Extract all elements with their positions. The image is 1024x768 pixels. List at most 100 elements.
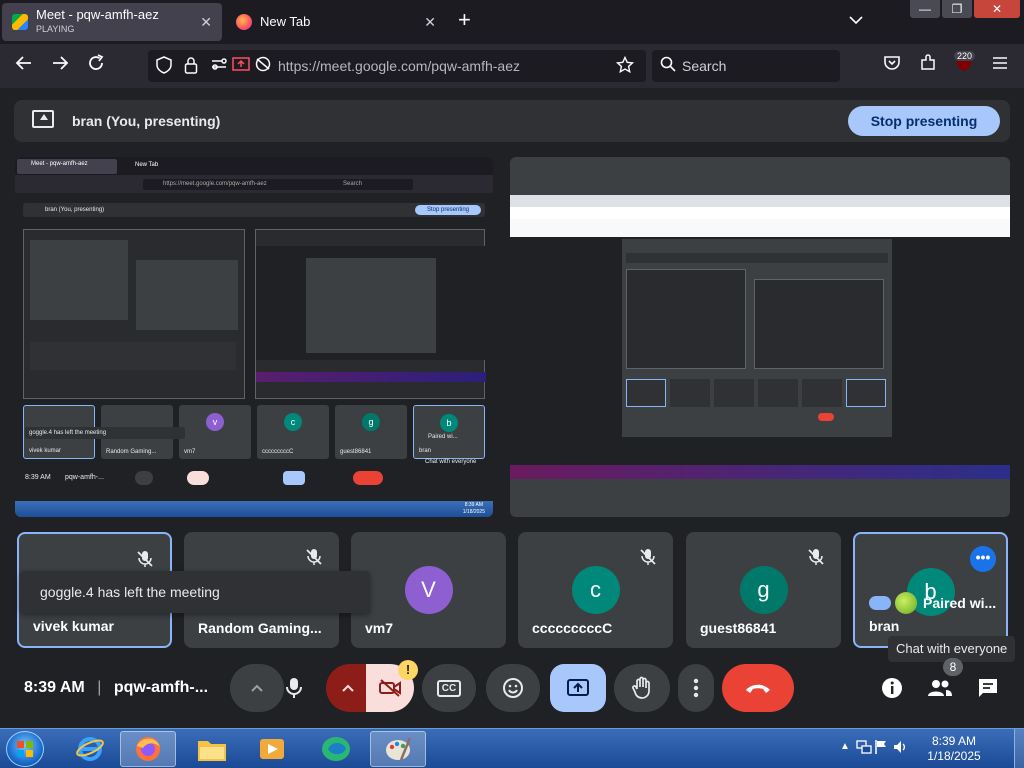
network-icon[interactable]: [856, 739, 872, 758]
camera-blocked-icon[interactable]: [254, 56, 272, 76]
extensions-icon[interactable]: [916, 54, 940, 77]
participant-tile-self[interactable]: ••• b Paired wi... bran: [853, 532, 1008, 648]
mic-off-icon: [640, 549, 656, 565]
show-hidden-icons-icon[interactable]: ▲: [840, 741, 850, 752]
address-bar[interactable]: https://meet.google.com/pqw-amfh-aez: [148, 50, 646, 82]
taskbar-date: 1/18/2025: [927, 749, 981, 763]
mini-tile-name: cccccccccC: [262, 449, 294, 455]
new-tab-plus-icon[interactable]: +: [458, 9, 471, 31]
raise-hand-icon: [632, 676, 650, 699]
minimize-icon[interactable]: —: [910, 0, 940, 18]
reload-icon[interactable]: [84, 54, 108, 77]
mini-taskbar: 8:39 AM 1/18/2025: [15, 501, 493, 517]
more-vert-icon: [693, 678, 699, 698]
participant-name: vivek kumar: [33, 618, 114, 634]
file-explorer-icon[interactable]: [184, 731, 240, 767]
pocket-icon[interactable]: [880, 54, 904, 77]
internet-explorer-icon[interactable]: [62, 731, 118, 767]
chat-icon: [979, 679, 997, 697]
participant-tile[interactable]: V vm7: [351, 532, 506, 648]
leave-call-button[interactable]: [722, 664, 794, 712]
participant-tile[interactable]: c cccccccccC: [518, 532, 673, 648]
back-arrow-icon[interactable]: [12, 54, 36, 77]
mini-paired: Paired wi...: [428, 434, 458, 440]
mini-tile: v vm7: [179, 405, 251, 459]
paired-device-indicator: Paired wi...: [869, 592, 996, 614]
windows-taskbar: ▲ 8:39 AM 1/18/2025: [0, 728, 1024, 768]
tab-title: New Tab: [260, 15, 311, 29]
mini-code: pqw-amfh-...: [65, 474, 104, 481]
avatar: g: [739, 566, 788, 614]
windows-start-icon[interactable]: [6, 731, 44, 767]
mini-tray-date: 1/18/2025: [462, 509, 485, 515]
microphone-button[interactable]: [270, 664, 318, 712]
mic-off-icon: [306, 549, 322, 565]
action-center-flag-icon[interactable]: [874, 739, 888, 758]
mini-control-bar: 8:39 AM pqw-amfh-... Chat with everyone: [15, 459, 493, 489]
mini-banner-label: bran (You, presenting): [45, 207, 105, 213]
participant-name: cccccccccC: [532, 620, 613, 636]
captions-button[interactable]: CC: [422, 664, 476, 712]
meeting-details-button[interactable]: [868, 664, 916, 712]
close-tab-icon[interactable]: ✕: [424, 14, 436, 31]
stop-presenting-button[interactable]: Stop presenting: [848, 106, 1000, 136]
search-input[interactable]: Search: [652, 50, 840, 82]
bookmark-star-icon[interactable]: [615, 55, 635, 78]
participant-count-badge: 8: [943, 658, 963, 676]
lock-icon[interactable]: [184, 56, 198, 78]
app-taskbar-icon[interactable]: [308, 731, 364, 767]
video-options-chevron-icon[interactable]: [326, 664, 370, 712]
hamburger-menu-icon[interactable]: [988, 54, 1012, 77]
url-text: https://meet.google.com/pqw-amfh-aez: [278, 58, 521, 74]
presenting-banner: bran (You, presenting) Stop presenting: [14, 100, 1010, 142]
forward-arrow-icon[interactable]: [48, 54, 72, 77]
list-all-tabs-chevron-icon[interactable]: [849, 12, 863, 28]
permissions-icon[interactable]: [210, 56, 228, 76]
participant-tile[interactable]: g guest86841: [686, 532, 841, 648]
search-icon: [660, 56, 676, 76]
paired-label: Paired wi...: [923, 595, 997, 611]
media-player-icon[interactable]: [244, 731, 300, 767]
chat-button[interactable]: [964, 664, 1012, 712]
mini-tile-name: guest86841: [340, 449, 372, 455]
browser-tab-bar: Meet - pqw-amfh-aez PLAYING ✕ New Tab ✕ …: [0, 0, 1024, 44]
camera-off-icon: [379, 679, 401, 697]
mini-avatar: g: [362, 413, 380, 431]
show-desktop-button[interactable]: [1014, 729, 1024, 768]
shield-icon[interactable]: [156, 56, 172, 78]
close-tab-icon[interactable]: ✕: [200, 14, 212, 31]
reactions-button[interactable]: [486, 664, 540, 712]
mini-tile-name: vm7: [184, 449, 196, 455]
screen-share-indicator-icon[interactable]: [232, 56, 250, 76]
mini-tab2: New Tab: [135, 162, 159, 168]
taskbar-clock[interactable]: 8:39 AM 1/18/2025: [904, 734, 1004, 764]
firefox-icon: [236, 14, 252, 30]
mini-avatar: c: [284, 413, 302, 431]
mic-off-icon: [137, 551, 153, 567]
end-call-icon: [746, 684, 770, 693]
more-options-button[interactable]: [678, 664, 714, 712]
mini-tile-name: bran: [419, 448, 432, 454]
window-close-icon[interactable]: ✕: [974, 0, 1020, 18]
info-icon: [882, 678, 902, 698]
tab-new-tab[interactable]: New Tab ✕: [226, 3, 446, 41]
camera-warning-badge: !: [398, 660, 418, 680]
restore-icon[interactable]: ❐: [942, 0, 972, 18]
mini-avatar: b: [440, 414, 458, 432]
mini-nav-bar: https://meet.google.com/pqw-amfh-aez Sea…: [15, 175, 493, 193]
more-options-icon[interactable]: •••: [970, 546, 996, 572]
mini-tile: b Paired wi... bran: [413, 405, 485, 459]
raise-hand-button[interactable]: [614, 664, 670, 712]
present-now-button[interactable]: [550, 664, 606, 712]
mini-time: 8:39 AM: [25, 474, 51, 481]
mini-tab-title: Meet - pqw-amfh-aez: [31, 161, 88, 167]
mini-tray-time: 8:39 AM: [464, 502, 484, 508]
nested-browser-window: [510, 195, 1010, 479]
mini-tile: c cccccccccC: [257, 405, 329, 459]
tab-meet[interactable]: Meet - pqw-amfh-aez PLAYING ✕: [2, 3, 222, 41]
mini-tooltip: Chat with everyone: [425, 459, 477, 465]
paint-icon[interactable]: [370, 731, 426, 767]
participant-name: bran: [869, 618, 900, 634]
firefox-taskbar-icon[interactable]: [120, 731, 176, 767]
captions-icon: CC: [436, 679, 462, 697]
